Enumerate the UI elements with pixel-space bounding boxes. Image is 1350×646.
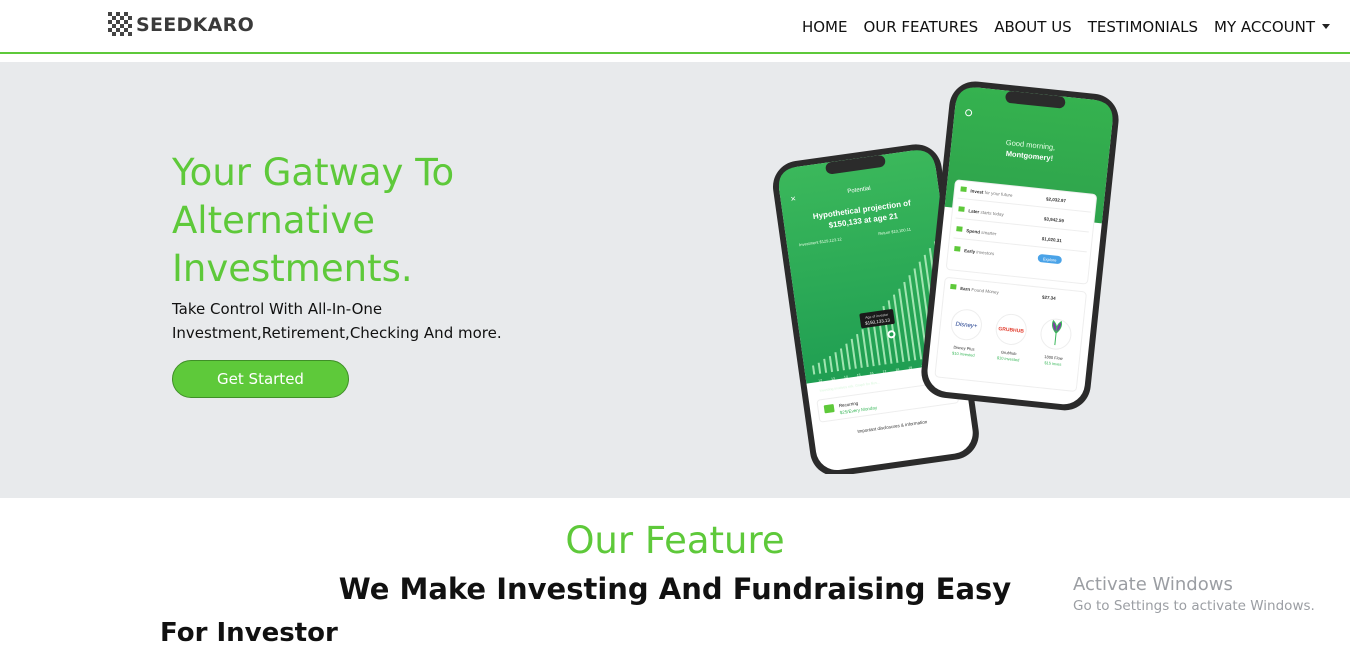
navbar: SEEDKARO HOME OUR FEATURES ABOUT US TEST…: [0, 0, 1350, 54]
brand-name: SEEDKARO: [136, 14, 255, 36]
for-investor-heading: For Investor: [160, 618, 338, 646]
front-phone: Good morning, Montgomery! Invest for you…: [921, 81, 1119, 411]
back-phone-axis-year: 18: [895, 368, 899, 373]
activate-windows-watermark: Activate Windows Go to Settings to activ…: [1073, 574, 1315, 614]
hero-section: Your Gatway To Alternative Investments. …: [0, 62, 1350, 498]
watermark-line-2: Go to Settings to activate Windows.: [1073, 598, 1315, 614]
main-nav: HOME OUR FEATURES ABOUT US TESTIMONIALS …: [802, 18, 1330, 36]
nav-my-account-label: MY ACCOUNT: [1214, 18, 1315, 36]
earn-label: Earn: [960, 286, 971, 292]
phone-mockup-illustration: × Potential Hypothetical projection of $…: [772, 81, 1119, 474]
back-phone-axis-year: 17: [882, 369, 886, 374]
brand-logo[interactable]: SEEDKARO: [108, 11, 254, 39]
back-phone-axis-year: 14: [844, 375, 848, 380]
back-phone-axis-year: 15: [857, 373, 861, 378]
get-started-button[interactable]: Get Started: [172, 360, 349, 398]
back-phone-axis-year: 12: [818, 378, 822, 383]
nav-about-us[interactable]: ABOUT US: [994, 18, 1072, 36]
back-phone-axis-year: 16: [869, 371, 873, 376]
watermark-line-1: Activate Windows: [1073, 574, 1233, 595]
nav-testimonials[interactable]: TESTIMONIALS: [1088, 18, 1198, 36]
back-phone-axis-year: 13: [831, 377, 835, 382]
nav-my-account-dropdown[interactable]: MY ACCOUNT: [1214, 18, 1330, 36]
nav-our-features[interactable]: OUR FEATURES: [863, 18, 978, 36]
hero-title: Your Gatway To Alternative Investments.: [172, 151, 455, 290]
checker-square-icon: [108, 12, 132, 36]
nav-home[interactable]: HOME: [802, 18, 848, 36]
caret-down-icon: [1322, 24, 1330, 29]
back-phone-axis-year: 19: [908, 366, 912, 371]
hero-subtitle: Take Control With All-In-One Investment,…: [172, 300, 502, 342]
features-title: Our Feature: [565, 519, 785, 562]
